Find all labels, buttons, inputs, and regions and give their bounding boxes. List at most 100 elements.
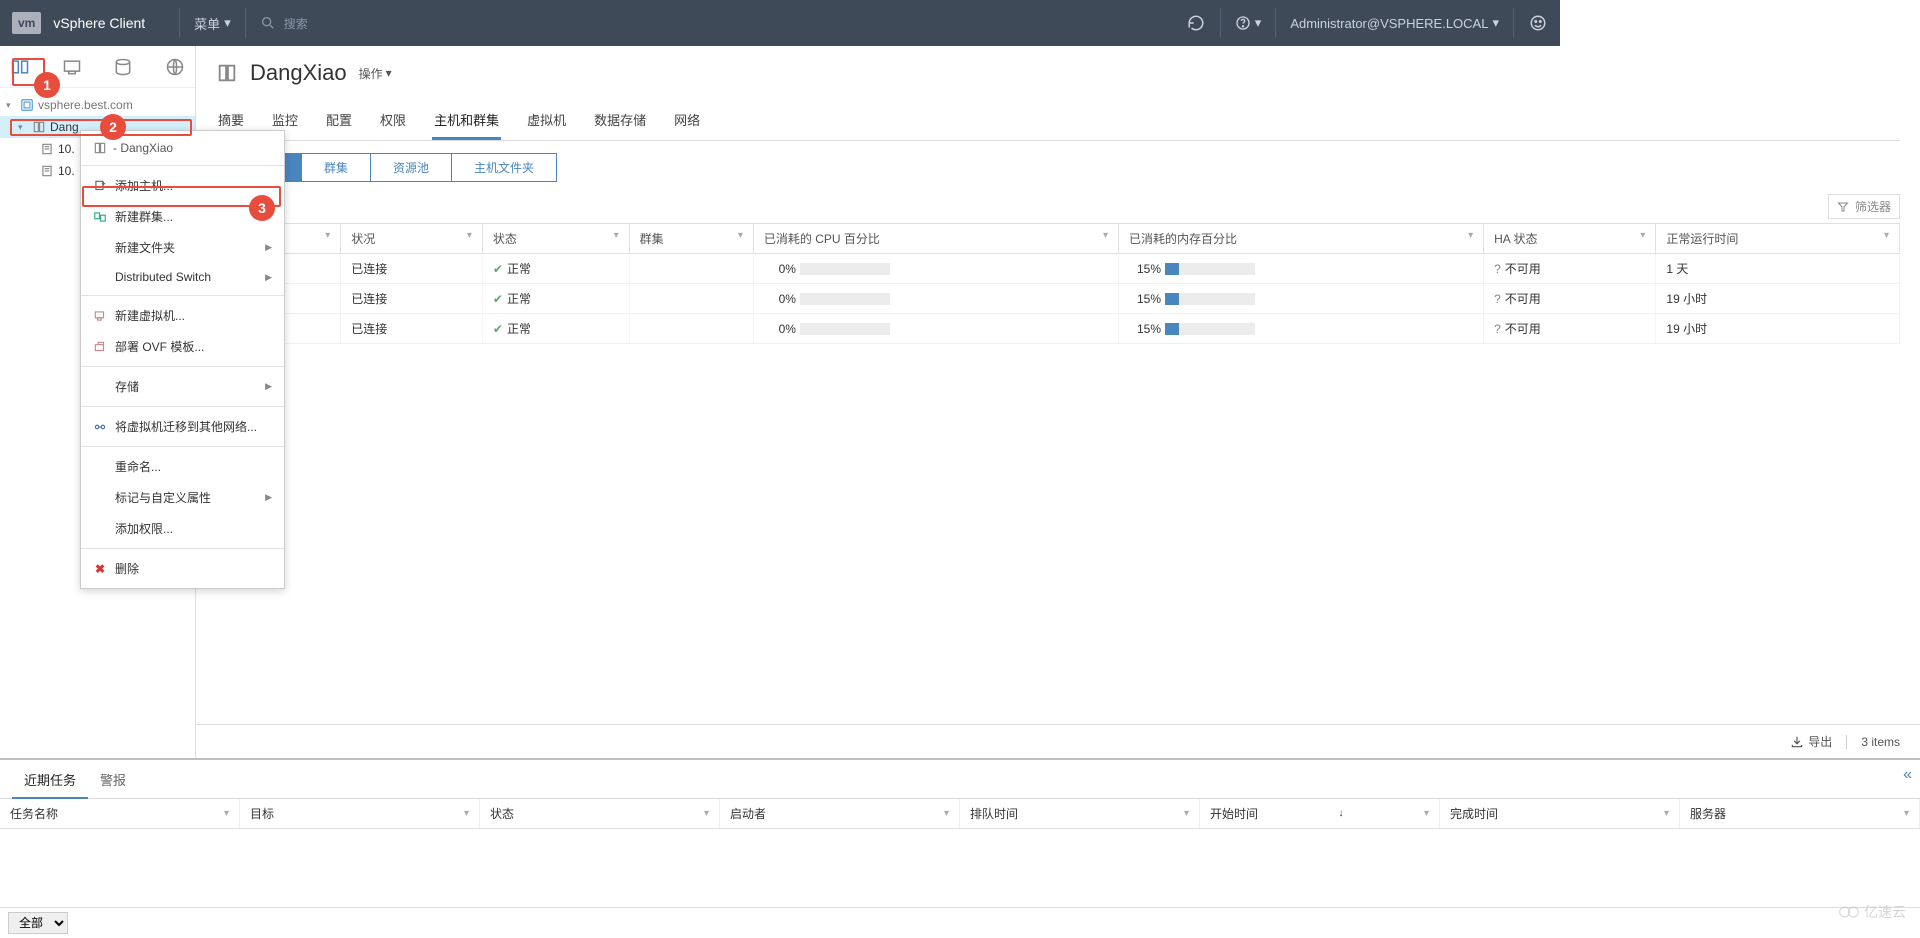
cell-mem: 15% (1119, 254, 1484, 284)
help-dropdown[interactable]: ▾ (1235, 15, 1262, 31)
vms-templates-view-tab[interactable] (60, 55, 84, 79)
col-cluster[interactable]: 群集▾ (629, 224, 753, 254)
menu-deploy-ovf[interactable]: 部署 OVF 模板... (81, 331, 284, 362)
menu-rename[interactable]: 重命名... (81, 451, 284, 482)
col-target[interactable]: 目标▾ (240, 799, 480, 828)
separator (81, 165, 284, 166)
subtab-clusters[interactable]: 群集 (301, 153, 371, 182)
storage-view-tab[interactable] (112, 55, 136, 79)
col-status[interactable]: 状况▾ (341, 224, 483, 254)
col-state[interactable]: 状态▾ (482, 224, 629, 254)
networking-view-tab[interactable] (163, 55, 187, 79)
tab-permissions[interactable]: 权限 (378, 102, 408, 140)
sort-icon: ▾ (614, 230, 619, 241)
menu-distributed-switch[interactable]: Distributed Switch ▶ (81, 263, 284, 291)
tree-label: vsphere.best.com (38, 98, 133, 112)
subtab-host-folders[interactable]: 主机文件夹 (451, 153, 557, 182)
col-ha[interactable]: HA 状态▾ (1484, 224, 1656, 254)
menu-add-permission[interactable]: 添加权限... (81, 513, 284, 544)
tab-datastores[interactable]: 数据存储 (592, 102, 648, 140)
menu-label: 新建文件夹 (115, 239, 175, 256)
task-filter-select[interactable]: 全部 (8, 912, 68, 934)
page-title: DangXiao (250, 60, 347, 86)
cell-cpu: 0% (753, 284, 1118, 314)
chevron-down-icon: ▾ (386, 66, 392, 80)
sort-icon: ▾ (738, 230, 743, 241)
tasks-grid-body[interactable] (0, 829, 1920, 907)
main-content: DangXiao 操作 ▾ 摘要 监控 配置 权限 主机和群集 虚拟机 数据存储… (196, 46, 1920, 758)
cell-uptime: 1 天 (1656, 254, 1900, 284)
menu-delete[interactable]: ✖ 删除 (81, 553, 284, 584)
table-row[interactable]: 已连接✔正常0%15%?不可用19 小时 (217, 314, 1900, 344)
menu-tags[interactable]: 标记与自定义属性 ▶ (81, 482, 284, 513)
tab-configure[interactable]: 配置 (324, 102, 354, 140)
host-icon (40, 142, 54, 156)
subtab-resource-pools[interactable]: 资源池 (370, 153, 452, 182)
col-cpu[interactable]: 已消耗的 CPU 百分比▾ (753, 224, 1118, 254)
tab-vms[interactable]: 虚拟机 (525, 102, 568, 140)
col-complete-time[interactable]: 完成时间▾ (1440, 799, 1680, 828)
chevron-down-icon[interactable]: ▾ (6, 100, 16, 111)
annotation-number-2: 2 (100, 114, 126, 140)
table-row[interactable]: 已连接✔正常0%15%?不可用19 小时 (217, 284, 1900, 314)
cell-status: 已连接 (341, 314, 483, 344)
refresh-icon[interactable] (1186, 13, 1206, 33)
sort-icon: ▾ (1884, 230, 1889, 241)
chevron-down-icon[interactable]: ▾ (18, 122, 28, 133)
col-mem[interactable]: 已消耗的内存百分比▾ (1119, 224, 1484, 254)
col-server[interactable]: 服务器▾ (1680, 799, 1920, 828)
col-uptime[interactable]: 正常运行时间▾ (1656, 224, 1900, 254)
filter-input[interactable]: 筛选器 (1828, 194, 1900, 219)
smiley-feedback-icon[interactable] (1528, 13, 1548, 33)
recent-tasks-panel: 近期任务 警报 « 任务名称▾ 目标▾ 状态▾ 启动者▾ 排队时间▾ 开始时间↓… (0, 758, 1920, 938)
search-box[interactable]: 搜索 (260, 15, 308, 32)
col-status[interactable]: 状态▾ (480, 799, 720, 828)
delete-icon: ✖ (93, 562, 107, 576)
cell-state: ✔正常 (482, 284, 629, 314)
export-button[interactable]: 导出 (1790, 733, 1832, 750)
hosts-grid-wrap: 名称▾ 状况▾ 状态▾ 群集▾ 已消耗的 CPU 百分比▾ 已消耗的内存百分比▾… (196, 223, 1920, 724)
cell-mem: 15% (1119, 314, 1484, 344)
table-row[interactable]: 已连接✔正常0%15%?不可用1 天 (217, 254, 1900, 284)
tree-label: 10. (58, 164, 75, 178)
col-start-time[interactable]: 开始时间↓▾ (1200, 799, 1440, 828)
actions-dropdown[interactable]: 操作 ▾ (359, 65, 392, 82)
chevron-down-icon: ▾ (1492, 15, 1499, 31)
separator (81, 366, 284, 367)
col-initiator[interactable]: 启动者▾ (720, 799, 960, 828)
separator (1846, 735, 1847, 749)
menu-new-folder[interactable]: 新建文件夹 ▶ (81, 232, 284, 263)
tab-alarms[interactable]: 警报 (88, 760, 138, 798)
progress-bar (1165, 263, 1255, 275)
tab-recent-tasks[interactable]: 近期任务 (12, 760, 88, 799)
tree-root-vcenter[interactable]: ▾ vsphere.best.com (0, 94, 195, 116)
cell-cluster (629, 314, 753, 344)
menu-storage[interactable]: 存储 ▶ (81, 371, 284, 402)
tree-label: 10. (58, 142, 75, 156)
menu-new-vm[interactable]: 新建虚拟机... (81, 300, 284, 331)
divider (179, 8, 180, 38)
menu-label: 重命名... (115, 458, 161, 475)
menu-add-host[interactable]: 添加主机... (81, 170, 284, 201)
separator (81, 548, 284, 549)
col-task-name[interactable]: 任务名称▾ (0, 799, 240, 828)
progress-bar (800, 263, 890, 275)
menu-migrate-network[interactable]: 将虚拟机迁移到其他网络... (81, 411, 284, 442)
export-icon (1790, 735, 1804, 749)
vcenter-icon (20, 98, 34, 112)
menu-label: 存储 (115, 378, 139, 395)
annotation-number-3: 3 (249, 195, 275, 221)
grid-footer: 导出 3 items (196, 724, 1920, 758)
hosts-clusters-view-tab[interactable] (8, 55, 32, 79)
col-queued[interactable]: 排队时间▾ (960, 799, 1200, 828)
progress-bar (1165, 293, 1255, 305)
question-icon: ? (1494, 322, 1501, 336)
tab-hosts-clusters[interactable]: 主机和群集 (432, 102, 501, 140)
user-dropdown[interactable]: Administrator@VSPHERE.LOCAL ▾ (1290, 15, 1499, 31)
cell-state: ✔正常 (482, 314, 629, 344)
menu-dropdown[interactable]: 菜单 ▾ (194, 14, 231, 33)
menu-label: 部署 OVF 模板... (115, 338, 204, 355)
tab-networks[interactable]: 网络 (672, 102, 702, 140)
sort-icon: ▾ (1424, 808, 1429, 819)
collapse-panel-icon[interactable]: « (1903, 766, 1912, 784)
